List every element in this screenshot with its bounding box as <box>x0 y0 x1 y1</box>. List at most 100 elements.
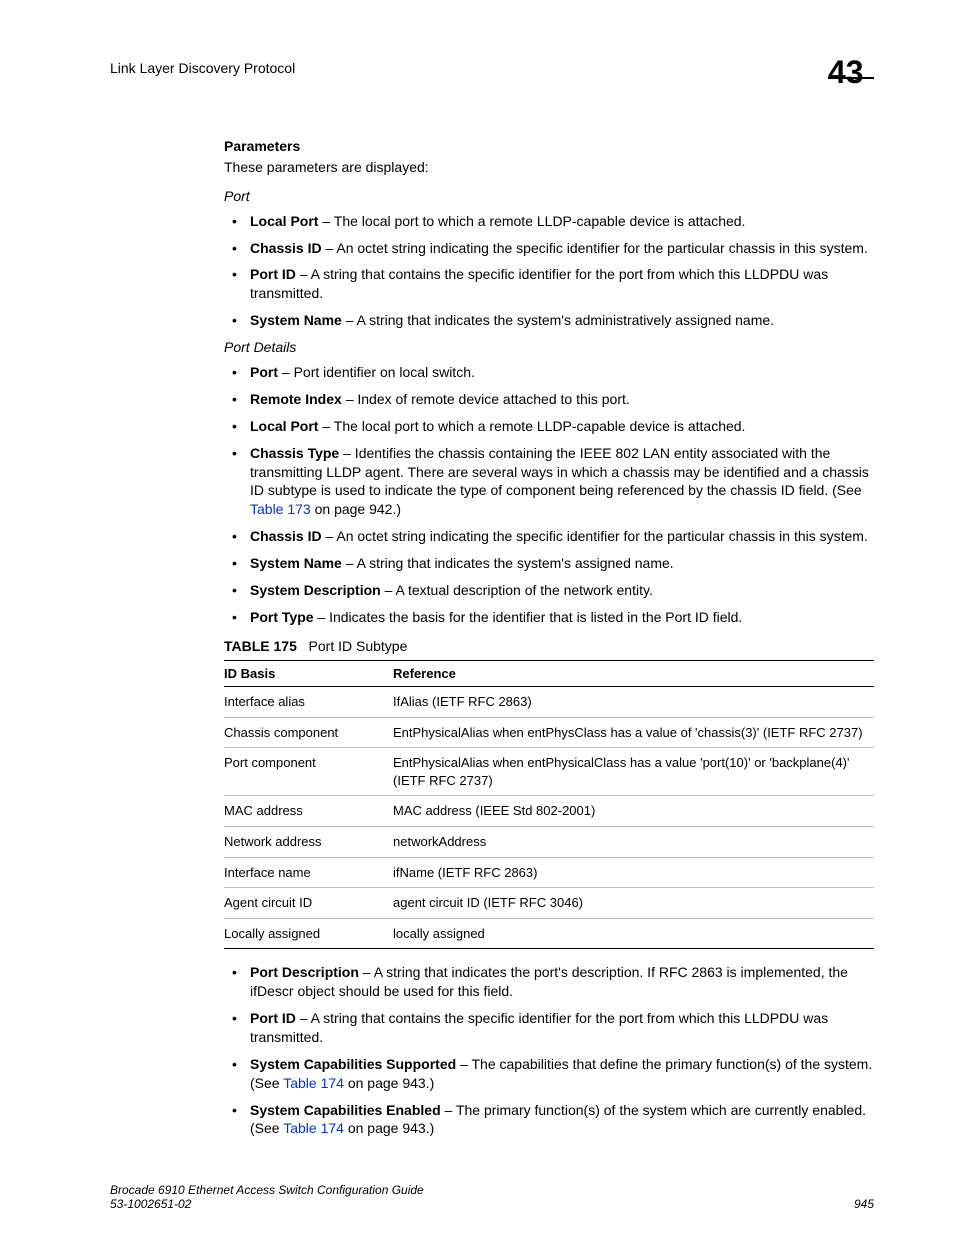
cell-ref: IfAlias (IETF RFC 2863) <box>393 687 874 718</box>
cell-id: Agent circuit ID <box>224 888 393 919</box>
term: System Description <box>250 582 381 598</box>
port-list: Local Port – The local port to which a r… <box>224 212 874 330</box>
cell-id: Interface alias <box>224 687 393 718</box>
list-item: System Capabilities Enabled – The primar… <box>224 1101 874 1139</box>
term: Port Type <box>250 609 314 625</box>
content: Parameters These parameters are displaye… <box>224 137 874 1138</box>
desc: – Indicates the basis for the identifier… <box>314 609 743 625</box>
desc: – Port identifier on local switch. <box>278 364 475 380</box>
term: Local Port <box>250 418 318 434</box>
th-reference: Reference <box>393 660 874 687</box>
desc: on page 943.) <box>344 1120 434 1136</box>
footer: Brocade 6910 Ethernet Access Switch Conf… <box>110 1183 874 1211</box>
xref-table-173[interactable]: Table 173 <box>250 501 311 517</box>
cell-ref: EntPhysicalAlias when entPhysClass has a… <box>393 717 874 748</box>
cell-ref: locally assigned <box>393 918 874 949</box>
footer-page-number: 945 <box>854 1197 874 1211</box>
term: Local Port <box>250 213 318 229</box>
term: Chassis ID <box>250 528 322 544</box>
list-item: Local Port – The local port to which a r… <box>224 212 874 231</box>
parameters-intro: These parameters are displayed: <box>224 158 874 177</box>
cell-id: Chassis component <box>224 717 393 748</box>
table-175-caption: TABLE 175 Port ID Subtype <box>224 637 874 656</box>
desc: – The local port to which a remote LLDP-… <box>318 418 745 434</box>
desc: – Identifies the chassis containing the … <box>250 445 869 499</box>
table-row: Locally assignedlocally assigned <box>224 918 874 949</box>
term: Chassis Type <box>250 445 339 461</box>
desc: on page 943.) <box>344 1075 434 1091</box>
cell-id: Network address <box>224 826 393 857</box>
list-item: Chassis ID – An octet string indicating … <box>224 239 874 258</box>
cell-ref: networkAddress <box>393 826 874 857</box>
term: Port Description <box>250 964 359 980</box>
cell-ref: EntPhysicalAlias when entPhysicalClass h… <box>393 748 874 796</box>
port-subhead: Port <box>224 187 874 206</box>
table-175-title: Port ID Subtype <box>309 638 408 654</box>
list-item: System Description – A textual descripti… <box>224 581 874 600</box>
table-row: Interface aliasIfAlias (IETF RFC 2863) <box>224 687 874 718</box>
desc: – A string that indicates the system's a… <box>342 555 674 571</box>
port-details-list: Port – Port identifier on local switch. … <box>224 363 874 627</box>
list-item: Remote Index – Index of remote device at… <box>224 390 874 409</box>
table-row: Chassis componentEntPhysicalAlias when e… <box>224 717 874 748</box>
table-row: Agent circuit IDagent circuit ID (IETF R… <box>224 888 874 919</box>
cell-ref: agent circuit ID (IETF RFC 3046) <box>393 888 874 919</box>
footer-doc-code: 53-1002651-02 <box>110 1197 424 1211</box>
list-item: System Capabilities Supported – The capa… <box>224 1055 874 1093</box>
table-head-row: ID Basis Reference <box>224 660 874 687</box>
port-details-list-2: Port Description – A string that indicat… <box>224 963 874 1138</box>
desc: – An octet string indicating the specifi… <box>322 240 868 256</box>
page: Link Layer Discovery Protocol 43 Paramet… <box>0 0 954 1235</box>
term: System Name <box>250 312 342 328</box>
footer-doc-title: Brocade 6910 Ethernet Access Switch Conf… <box>110 1183 424 1197</box>
desc: – A string that contains the specific id… <box>250 266 828 301</box>
cell-ref: MAC address (IEEE Std 802-2001) <box>393 796 874 827</box>
list-item: Port ID – A string that contains the spe… <box>224 265 874 303</box>
term: System Capabilities Enabled <box>250 1102 441 1118</box>
list-item: Port ID – A string that contains the spe… <box>224 1009 874 1047</box>
cell-id: Interface name <box>224 857 393 888</box>
parameters-heading: Parameters <box>224 137 874 156</box>
desc: – An octet string indicating the specifi… <box>322 528 868 544</box>
cell-id: Locally assigned <box>224 918 393 949</box>
desc: – A string that indicates the system's a… <box>342 312 774 328</box>
list-item: Port Description – A string that indicat… <box>224 963 874 1001</box>
table-row: Network addressnetworkAddress <box>224 826 874 857</box>
xref-table-174-b[interactable]: Table 174 <box>283 1120 344 1136</box>
port-details-subhead: Port Details <box>224 338 874 357</box>
list-item: System Name – A string that indicates th… <box>224 554 874 573</box>
term: System Name <box>250 555 342 571</box>
chapter-number-block: 43 <box>828 60 874 79</box>
term: Port <box>250 364 278 380</box>
table-175-label: TABLE 175 <box>224 638 297 654</box>
desc: on page 942.) <box>311 501 401 517</box>
table-175: ID Basis Reference Interface aliasIfAlia… <box>224 660 874 949</box>
xref-table-174-a[interactable]: Table 174 <box>283 1075 344 1091</box>
running-head: Link Layer Discovery Protocol 43 <box>110 60 874 79</box>
term: Remote Index <box>250 391 342 407</box>
table-row: MAC addressMAC address (IEEE Std 802-200… <box>224 796 874 827</box>
list-item: System Name – A string that indicates th… <box>224 311 874 330</box>
cell-id: Port component <box>224 748 393 796</box>
list-item: Chassis ID – An octet string indicating … <box>224 527 874 546</box>
list-item: Chassis Type – Identifies the chassis co… <box>224 444 874 520</box>
th-id-basis: ID Basis <box>224 660 393 687</box>
list-item: Port Type – Indicates the basis for the … <box>224 608 874 627</box>
section-name: Link Layer Discovery Protocol <box>110 60 295 76</box>
term: Port ID <box>250 266 296 282</box>
desc: – A textual description of the network e… <box>381 582 653 598</box>
chapter-number: 43 <box>828 54 874 91</box>
table-row: Port componentEntPhysicalAlias when entP… <box>224 748 874 796</box>
desc: – A string that contains the specific id… <box>250 1010 828 1045</box>
term: Chassis ID <box>250 240 322 256</box>
desc: – The local port to which a remote LLDP-… <box>318 213 745 229</box>
footer-doc: Brocade 6910 Ethernet Access Switch Conf… <box>110 1183 424 1211</box>
term: Port ID <box>250 1010 296 1026</box>
desc: – Index of remote device attached to thi… <box>342 391 630 407</box>
list-item: Port – Port identifier on local switch. <box>224 363 874 382</box>
list-item: Local Port – The local port to which a r… <box>224 417 874 436</box>
cell-ref: ifName (IETF RFC 2863) <box>393 857 874 888</box>
term: System Capabilities Supported <box>250 1056 456 1072</box>
cell-id: MAC address <box>224 796 393 827</box>
table-row: Interface nameifName (IETF RFC 2863) <box>224 857 874 888</box>
